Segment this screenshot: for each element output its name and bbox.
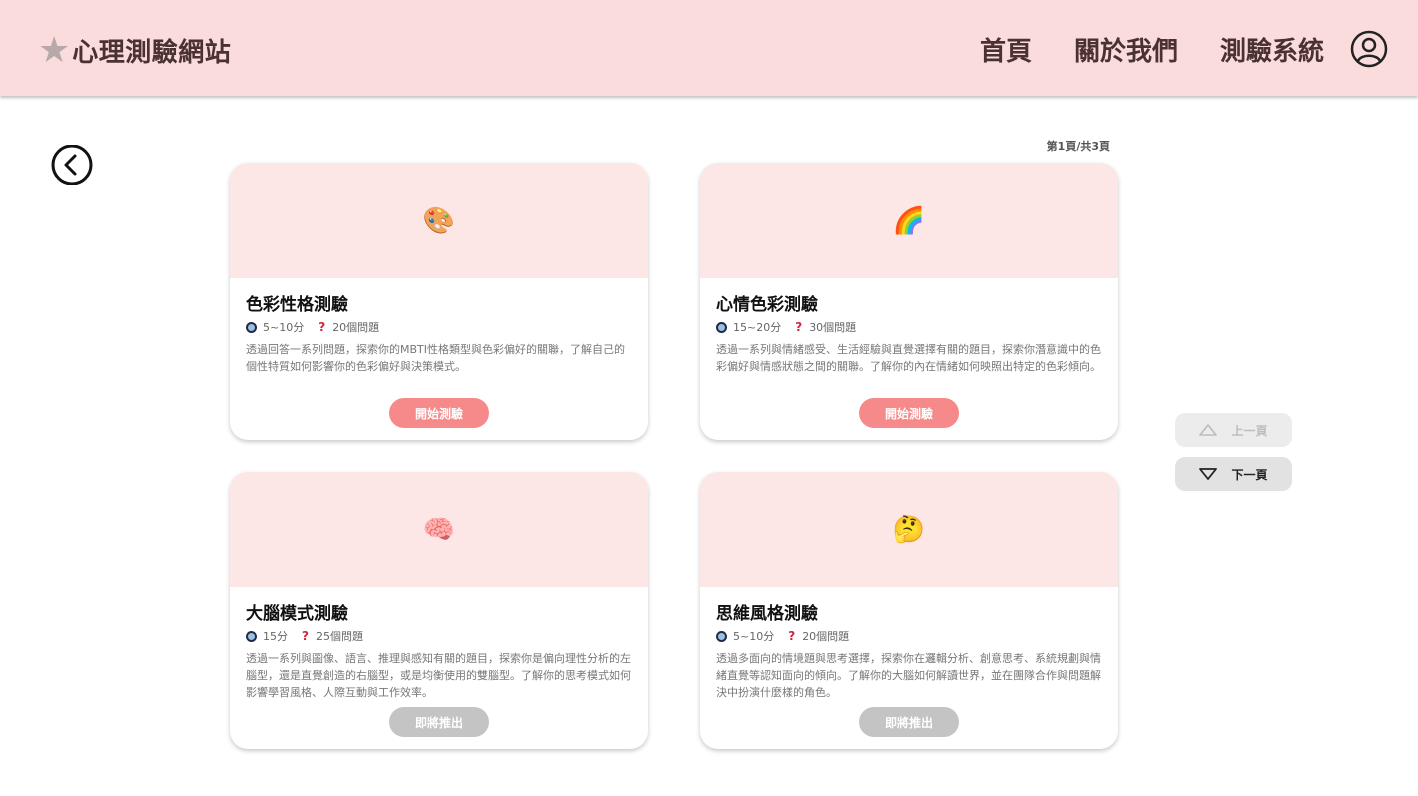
coming-soon-button[interactable]: 即將推出 xyxy=(389,707,489,737)
quiz-card-mood-color: 🌈 心情色彩測驗 15~20分 ? 30個問題 透過一系列與情緒感受、生活經驗與… xyxy=(700,163,1118,440)
card-banner: 🌈 xyxy=(700,163,1118,278)
card-title: 大腦模式測驗 xyxy=(246,604,348,624)
site-title: 心理測驗網站 xyxy=(72,38,232,68)
main-nav: 首頁 關於我們 測驗系統 xyxy=(938,30,1388,68)
start-quiz-button[interactable]: 開始測驗 xyxy=(389,398,489,428)
quiz-card-brain-mode: 🧠 大腦模式測驗 15分 ? 25個問題 透過一系列與圖像、語言、推理與感知有關… xyxy=(230,472,648,749)
card-banner: 🤔 xyxy=(700,472,1118,587)
previous-page-label: 上一頁 xyxy=(1231,423,1268,438)
card-banner: 🧠 xyxy=(230,472,648,587)
clock-icon xyxy=(246,321,257,333)
card-banner: 🎨 xyxy=(230,163,648,278)
triangle-down-icon xyxy=(1199,468,1218,480)
nav-about[interactable]: 關於我們 xyxy=(1074,31,1178,68)
thinking-face-icon: 🤔 xyxy=(892,514,926,545)
triangle-up-icon xyxy=(1199,424,1218,436)
header: ★ 心理測驗網站 首頁 關於我們 測驗系統 xyxy=(0,0,1418,96)
card-question-count: 20個問題 xyxy=(332,321,380,334)
page-indicator: 第1頁/共3頁 xyxy=(1046,140,1110,153)
nav-quiz-system[interactable]: 測驗系統 xyxy=(1220,31,1324,68)
star-icon: ★ xyxy=(38,29,71,71)
card-description: 透過一系列與圖像、語言、推理與感知有關的題目，探索你是偏向理性分析的左腦型，還是… xyxy=(246,652,631,699)
palette-icon: 🎨 xyxy=(422,205,456,236)
next-page-label: 下一頁 xyxy=(1231,467,1268,482)
card-time: 15分 xyxy=(263,630,288,643)
question-mark-icon: ? xyxy=(795,320,803,334)
clock-icon xyxy=(716,321,727,333)
card-meta: 15~20分 ? 30個問題 xyxy=(716,319,1102,335)
card-description: 透過多面向的情境題與思考選擇，探索你在邏輯分析、創意思考、系統規劃與情緒直覺等認… xyxy=(716,652,1101,699)
question-mark-icon: ? xyxy=(318,320,326,334)
back-arrow-icon[interactable] xyxy=(50,145,94,185)
previous-page-button[interactable]: 上一頁 xyxy=(1175,413,1292,447)
card-time: 5~10分 xyxy=(263,321,305,334)
card-description: 透過回答一系列問題，探索你的MBTI性格類型與色彩偏好的關聯，了解自己的個性特質… xyxy=(246,343,625,373)
card-title: 心情色彩測驗 xyxy=(716,295,818,315)
card-meta: 5~10分 ? 20個問題 xyxy=(246,319,632,335)
card-time: 5~10分 xyxy=(733,630,775,643)
nav-home[interactable]: 首頁 xyxy=(980,31,1032,68)
card-time: 15~20分 xyxy=(733,321,782,334)
brain-icon: 🧠 xyxy=(422,514,456,545)
clock-icon xyxy=(246,630,257,642)
next-page-button[interactable]: 下一頁 xyxy=(1175,457,1292,491)
card-title: 思維風格測驗 xyxy=(716,604,818,624)
site-logo[interactable]: ★ 心理測驗網站 xyxy=(38,32,231,69)
start-quiz-button[interactable]: 開始測驗 xyxy=(859,398,959,428)
card-title: 色彩性格測驗 xyxy=(246,295,348,315)
question-mark-icon: ? xyxy=(302,629,309,643)
coming-soon-button[interactable]: 即將推出 xyxy=(859,707,959,737)
card-meta: 5~10分 ? 20個問題 xyxy=(716,628,1102,644)
question-mark-icon: ? xyxy=(788,629,796,643)
clock-icon xyxy=(716,630,727,642)
card-meta: 15分 ? 25個問題 xyxy=(246,628,632,644)
card-question-count: 20個問題 xyxy=(802,630,850,643)
card-question-count: 25個問題 xyxy=(315,630,363,643)
quiz-card-color-personality: 🎨 色彩性格測驗 5~10分 ? 20個問題 透過回答一系列問題，探索你的MBT… xyxy=(230,163,648,440)
card-question-count: 30個問題 xyxy=(809,321,857,334)
card-description: 透過一系列與情緒感受、生活經驗與直覺選擇有關的題目，探索你潛意識中的色彩偏好與情… xyxy=(716,343,1101,373)
user-account-icon[interactable] xyxy=(1350,30,1388,68)
quiz-card-thinking-style: 🤔 思維風格測驗 5~10分 ? 20個問題 透過多面向的情境題與思考選擇，探索… xyxy=(700,472,1118,749)
rainbow-icon: 🌈 xyxy=(892,205,926,236)
